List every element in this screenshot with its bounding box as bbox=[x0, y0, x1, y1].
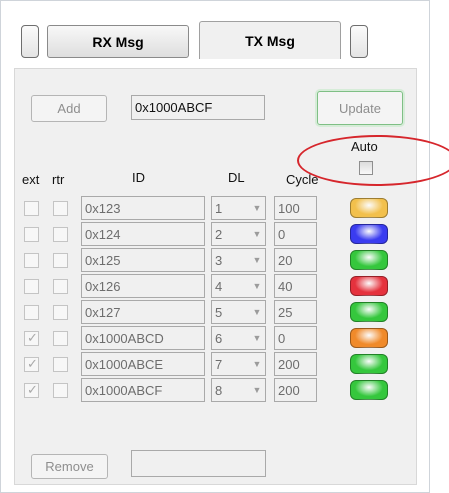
dl-value: 4 bbox=[215, 278, 223, 294]
cycle-field[interactable]: 40 bbox=[274, 274, 317, 298]
cycle-field[interactable]: 0 bbox=[274, 326, 317, 350]
status-led[interactable] bbox=[350, 224, 388, 244]
id-field[interactable]: 0x127 bbox=[81, 300, 205, 324]
rtr-checkbox[interactable] bbox=[53, 357, 68, 372]
ext-header: ext bbox=[22, 172, 40, 187]
dl-select[interactable]: 5 ▼ bbox=[211, 300, 266, 324]
rtr-checkbox[interactable] bbox=[53, 383, 68, 398]
tab-tx-msg[interactable]: TX Msg bbox=[199, 21, 341, 59]
status-led[interactable] bbox=[350, 328, 388, 348]
ext-checkbox[interactable] bbox=[24, 279, 39, 294]
ext-checkbox[interactable] bbox=[24, 382, 39, 398]
dl-select[interactable]: 7 ▼ bbox=[211, 352, 266, 376]
chevron-down-icon: ▼ bbox=[252, 333, 262, 343]
chevron-down-icon: ▼ bbox=[252, 359, 262, 369]
id-field[interactable]: 0x126 bbox=[81, 274, 205, 298]
ext-checkbox[interactable] bbox=[24, 227, 39, 242]
status-led[interactable] bbox=[350, 250, 388, 270]
chevron-down-icon: ▼ bbox=[252, 255, 262, 265]
id-field[interactable]: 0x123 bbox=[81, 196, 205, 220]
status-led[interactable] bbox=[350, 380, 388, 400]
id-field[interactable]: 0x125 bbox=[81, 248, 205, 272]
cycle-field[interactable]: 200 bbox=[274, 352, 317, 376]
ext-checkbox[interactable] bbox=[24, 201, 39, 216]
ext-checkbox[interactable] bbox=[24, 305, 39, 320]
cycle-field[interactable]: 200 bbox=[274, 378, 317, 402]
chevron-down-icon: ▼ bbox=[252, 385, 262, 395]
chevron-down-icon: ▼ bbox=[252, 281, 262, 291]
cycle-field[interactable]: 20 bbox=[274, 248, 317, 272]
cycle-field[interactable]: 25 bbox=[274, 300, 317, 324]
dl-select[interactable]: 3 ▼ bbox=[211, 248, 266, 272]
chevron-down-icon: ▼ bbox=[252, 229, 262, 239]
dl-value: 1 bbox=[215, 200, 223, 216]
id-input[interactable]: 0x1000ABCF bbox=[131, 95, 265, 120]
dl-value: 3 bbox=[215, 252, 223, 268]
dl-select[interactable]: 6 ▼ bbox=[211, 326, 266, 350]
dl-value: 5 bbox=[215, 304, 223, 320]
update-button[interactable]: Update bbox=[317, 91, 403, 125]
left-scroll-button[interactable] bbox=[21, 25, 39, 58]
dl-select[interactable]: 1 ▼ bbox=[211, 196, 266, 220]
rtr-checkbox[interactable] bbox=[53, 201, 68, 216]
id-field[interactable]: 0x1000ABCE bbox=[81, 352, 205, 376]
dl-value: 8 bbox=[215, 382, 223, 398]
id-header: ID bbox=[132, 170, 145, 185]
id-field[interactable]: 0x124 bbox=[81, 222, 205, 246]
chevron-down-icon: ▼ bbox=[252, 203, 262, 213]
id-field[interactable]: 0x1000ABCD bbox=[81, 326, 205, 350]
right-scroll-button[interactable] bbox=[350, 25, 368, 58]
dl-select[interactable]: 2 ▼ bbox=[211, 222, 266, 246]
dl-value: 6 bbox=[215, 330, 223, 346]
status-led[interactable] bbox=[350, 354, 388, 374]
chevron-down-icon: ▼ bbox=[252, 307, 262, 317]
ext-checkbox[interactable] bbox=[24, 356, 39, 372]
rtr-checkbox[interactable] bbox=[53, 253, 68, 268]
highlight-ellipse bbox=[297, 135, 449, 186]
cycle-field[interactable]: 0 bbox=[274, 222, 317, 246]
tab-rx-msg[interactable]: RX Msg bbox=[47, 25, 189, 58]
dl-value: 7 bbox=[215, 356, 223, 372]
rtr-checkbox[interactable] bbox=[53, 279, 68, 294]
dl-header: DL bbox=[228, 170, 245, 185]
rtr-header: rtr bbox=[52, 172, 65, 187]
dl-value: 2 bbox=[215, 226, 223, 242]
cycle-field[interactable]: 100 bbox=[274, 196, 317, 220]
dl-select[interactable]: 8 ▼ bbox=[211, 378, 266, 402]
ext-checkbox[interactable] bbox=[24, 253, 39, 268]
id-field[interactable]: 0x1000ABCF bbox=[81, 378, 205, 402]
remove-button[interactable]: Remove bbox=[31, 454, 108, 479]
status-led[interactable] bbox=[350, 198, 388, 218]
dl-select[interactable]: 4 ▼ bbox=[211, 274, 266, 298]
add-button[interactable]: Add bbox=[31, 95, 107, 122]
rtr-checkbox[interactable] bbox=[53, 331, 68, 346]
rtr-checkbox[interactable] bbox=[53, 305, 68, 320]
status-led[interactable] bbox=[350, 302, 388, 322]
status-field bbox=[131, 450, 266, 477]
rtr-checkbox[interactable] bbox=[53, 227, 68, 242]
status-led[interactable] bbox=[350, 276, 388, 296]
ext-checkbox[interactable] bbox=[24, 330, 39, 346]
